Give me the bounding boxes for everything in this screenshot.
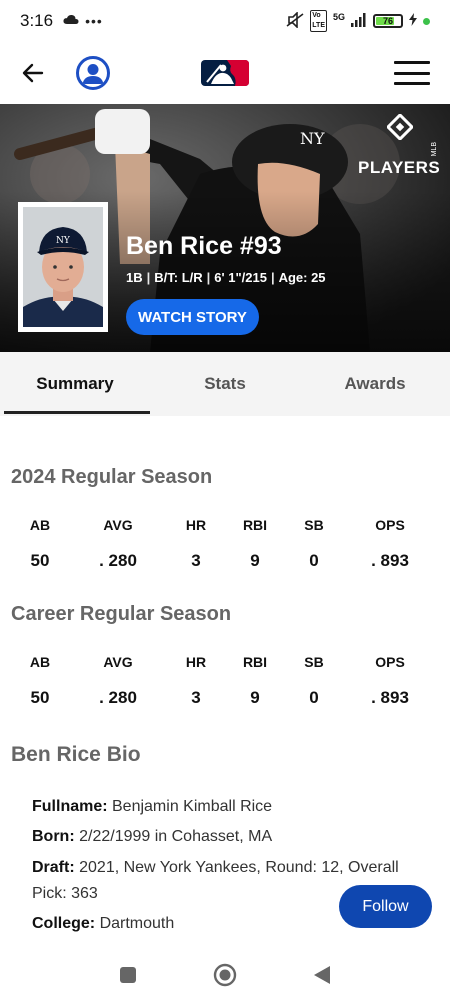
bio-born: Born: 2/22/1999 in Cohasset, MA [32, 828, 273, 845]
battery-level-text: 76 [382, 16, 393, 26]
more-notifications-icon: ••• [85, 13, 103, 29]
back-nav-button[interactable] [309, 962, 335, 988]
signal-icon [351, 12, 367, 30]
stat-header-avg: AVG [103, 517, 133, 533]
player-headshot: NY [18, 202, 108, 332]
stat-value-sb: 0 [309, 551, 319, 570]
system-nav-bar [0, 952, 450, 1000]
bio-fullname: Fullname: Benjamin Kimball Rice [32, 798, 273, 815]
player-hero-banner: NY MLBPLAYERS NY Ben Rice #93 1B| B/T: L… [0, 104, 450, 352]
back-arrow-icon [22, 63, 44, 83]
player-height-weight: 6' 1"/215 [214, 270, 267, 285]
players-logo-icon [387, 114, 413, 140]
stat-value-hr: 3 [191, 551, 201, 570]
stat-value-rbi: 9 [250, 551, 260, 570]
player-tabs: Summary Stats Awards [0, 352, 450, 416]
stat-header-sb: SB [304, 517, 324, 533]
season-stats-values: 50 . 280 3 9 0 . 893 [0, 551, 450, 571]
stat-value-ops: . 893 [371, 551, 409, 570]
player-headshot-image: NY [23, 207, 103, 327]
players-badge-prefix: MLB [431, 141, 438, 156]
player-bats-throws: B/T: L/R [154, 270, 203, 285]
menu-button[interactable] [394, 61, 430, 85]
recents-icon [120, 967, 136, 983]
stat-value-ops: . 893 [371, 688, 409, 707]
stat-header-sb: SB [304, 654, 324, 670]
stat-header-rbi: RBI [242, 654, 268, 670]
stat-header-ab: AB [29, 517, 51, 533]
player-position: 1B [126, 270, 143, 285]
stat-value-ab: 50 [30, 551, 50, 570]
players-badge-text: PLAYERS [358, 158, 441, 177]
status-bar: 3:16 ••• Vo LTE 5G 76 [0, 0, 450, 42]
tab-awards[interactable]: Awards [300, 352, 450, 416]
season-stats-header: AB AVG HR RBI SB OPS [0, 517, 450, 537]
svg-text:NY: NY [56, 236, 71, 246]
career-stats-values: 50 . 280 3 9 0 . 893 [0, 688, 450, 708]
status-time: 3:16 [20, 11, 54, 30]
home-icon [213, 963, 237, 987]
stat-value-avg: . 280 [99, 688, 137, 707]
player-age: Age: 25 [278, 270, 326, 285]
mute-icon [286, 10, 304, 31]
profile-button[interactable] [76, 56, 110, 90]
profile-icon [82, 64, 104, 84]
charging-icon [409, 13, 417, 29]
mlb-players-badge: MLB PLAYERS [358, 114, 440, 178]
battery-icon: 76 [373, 14, 403, 28]
mlb-logo[interactable] [201, 60, 249, 86]
stat-header-ops: OPS [375, 654, 405, 670]
stat-value-hr: 3 [191, 688, 201, 707]
menu-icon [394, 61, 430, 64]
cloud-icon [63, 12, 79, 30]
stat-header-hr: HR [185, 654, 207, 670]
stat-value-ab: 50 [30, 688, 50, 707]
stat-header-avg: AVG [103, 654, 133, 670]
stat-value-avg: . 280 [99, 551, 137, 570]
bio-title: Ben Rice Bio [11, 743, 141, 766]
stat-value-sb: 0 [309, 688, 319, 707]
player-meta: 1B | B/T: L/R | 6' 1"/215 | Age: 25 [126, 270, 326, 285]
stat-value-rbi: 9 [250, 688, 260, 707]
network-type: 5G [332, 12, 345, 22]
back-triangle-icon [314, 966, 330, 984]
watch-story-button[interactable]: WATCH STORY [126, 299, 259, 335]
follow-button[interactable]: Follow [339, 885, 432, 928]
season-stats-title: 2024 Regular Season [11, 466, 213, 488]
career-stats-header: AB AVG HR RBI SB OPS [0, 654, 450, 674]
tab-summary[interactable]: Summary [0, 352, 150, 416]
stat-header-ops: OPS [375, 517, 405, 533]
stat-header-ab: AB [29, 654, 51, 670]
green-indicator-dot [423, 17, 430, 25]
stat-header-rbi: RBI [242, 517, 268, 533]
back-button[interactable] [20, 60, 46, 86]
tab-stats[interactable]: Stats [150, 352, 300, 416]
app-header [0, 42, 450, 104]
home-button[interactable] [212, 962, 238, 988]
career-stats-title: Career Regular Season [11, 603, 232, 625]
stat-header-hr: HR [185, 517, 207, 533]
recents-button[interactable] [115, 962, 141, 988]
player-name: Ben Rice #93 [126, 232, 282, 260]
volte-icon: Vo LTE [310, 10, 327, 32]
